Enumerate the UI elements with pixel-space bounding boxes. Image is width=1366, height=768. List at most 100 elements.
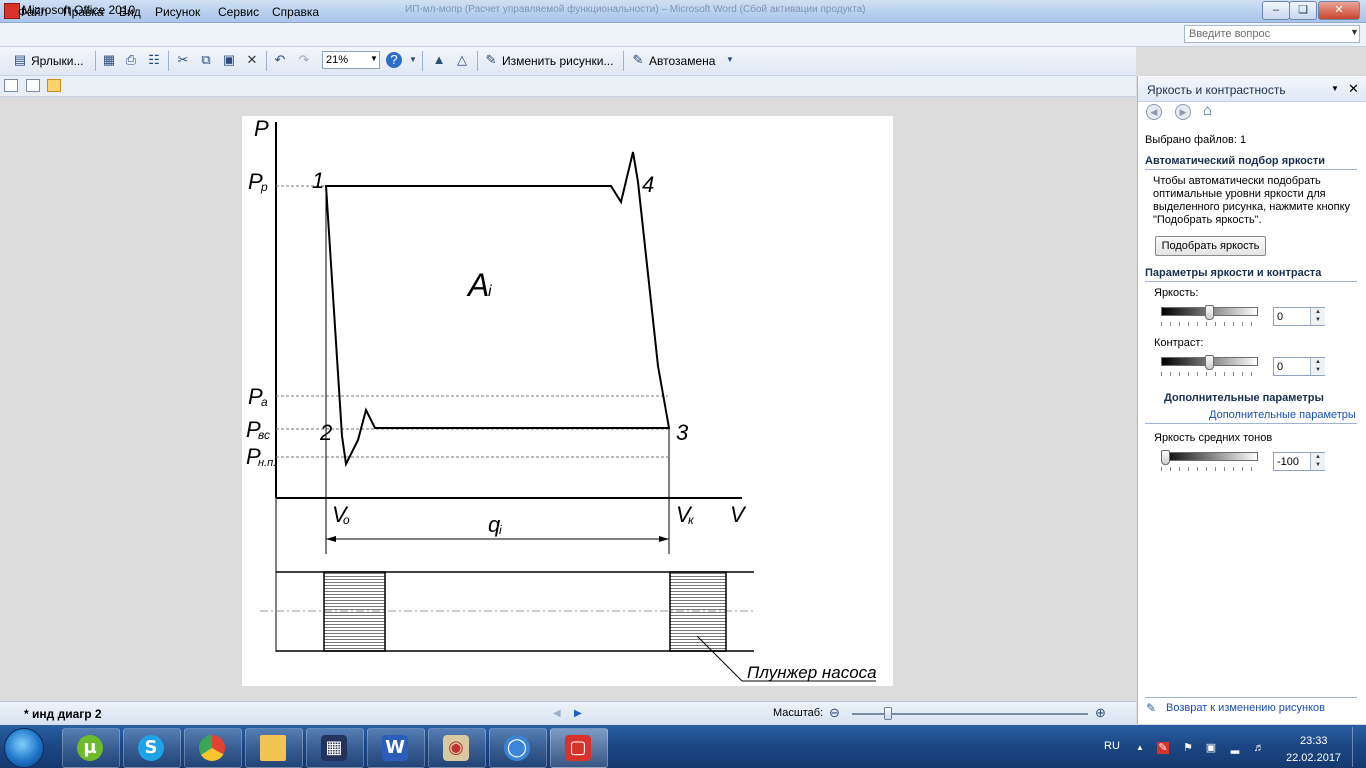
zoom-label: Масштаб: — [773, 707, 824, 719]
close-window-button[interactable]: ✕ — [1318, 1, 1360, 20]
taskbar-app-explorer[interactable] — [245, 728, 303, 768]
paste-icon[interactable]: ▣ — [221, 52, 237, 68]
clock-date[interactable]: 22.02.2017 — [1286, 752, 1341, 764]
back-to-edit-link[interactable]: Возврат к изменению рисунков — [1166, 702, 1325, 714]
maximize-button[interactable]: ❏ — [1289, 1, 1317, 20]
language-indicator[interactable]: RU — [1104, 740, 1120, 752]
chevron-down-icon[interactable]: ▼ — [1331, 84, 1339, 93]
forward-arrow-icon[interactable]: ▶ — [1175, 104, 1191, 120]
rotate-left-icon[interactable]: ▲ — [431, 52, 447, 68]
contrast-spinner[interactable]: ▲ ▼ — [1310, 358, 1325, 375]
next-picture-icon[interactable]: ▶ — [574, 708, 582, 719]
menu-tools[interactable]: Сервис — [218, 5, 259, 19]
auto-description-line-1: Чтобы автоматически подобрать — [1153, 175, 1321, 187]
undo-icon[interactable]: ↶ — [272, 52, 288, 68]
show-hidden-icons-icon[interactable]: ▲ — [1134, 742, 1146, 754]
plunger-caption: Плунжер насоса — [747, 663, 877, 682]
menu-bar — [0, 23, 1366, 47]
back-arrow-icon[interactable]: ◀ — [1146, 104, 1162, 120]
shortcuts-button[interactable]: Ярлыки... — [31, 54, 84, 68]
brightness-spinner[interactable]: ▲ ▼ — [1310, 308, 1325, 325]
thumbnail-view-icon[interactable] — [4, 79, 18, 92]
shortcuts-icon[interactable]: ▤ — [12, 52, 28, 68]
help-icon[interactable]: ? — [386, 52, 402, 68]
minimize-button[interactable]: – — [1262, 1, 1290, 20]
axis-v-label: V — [730, 502, 747, 527]
menu-help[interactable]: Справка — [272, 5, 319, 19]
save-disk-icon: ▦ — [321, 735, 347, 761]
action-center-icon[interactable]: ⚑ — [1182, 742, 1194, 754]
paint-icon: ◉ — [443, 735, 469, 761]
taskbar-app-save[interactable]: ▦ — [306, 728, 364, 768]
slider-ticks — [1161, 467, 1258, 471]
axis-p-label: P — [254, 116, 269, 141]
edit-pictures-icon[interactable]: ✎ — [483, 52, 499, 68]
redo-icon[interactable]: ↷ — [296, 52, 312, 68]
explorer-icon — [260, 735, 286, 761]
taskbar-app-skype[interactable]: S — [123, 728, 181, 768]
tray-app-icon[interactable]: ✎ — [1157, 742, 1169, 754]
midtone-slider-thumb[interactable] — [1161, 450, 1170, 465]
opera-icon: ◯ — [504, 735, 530, 761]
midtone-spinner[interactable]: ▲ ▼ — [1310, 453, 1325, 470]
chevron-down-icon[interactable]: ▼ — [370, 54, 378, 63]
skype-icon: S — [138, 735, 164, 761]
network-icon[interactable]: ▂ — [1229, 742, 1241, 754]
zoom-in-icon[interactable]: ⊕ — [1095, 705, 1106, 721]
point-4-label: 4 — [642, 172, 654, 197]
autocorrect-button[interactable]: Автозамена — [649, 54, 715, 68]
auto-brightness-heading: Автоматический подбор яркости — [1145, 155, 1326, 167]
cut-icon[interactable]: ✂ — [175, 52, 191, 68]
taskbar-app-utorrent[interactable]: µ — [62, 728, 120, 768]
copy-icon[interactable]: ⧉ — [198, 52, 214, 68]
taskbar-app-paint[interactable]: ◉ — [428, 728, 486, 768]
midtone-slider[interactable] — [1161, 452, 1258, 461]
section-divider — [1145, 697, 1357, 698]
single-picture-view-icon[interactable] — [47, 79, 61, 92]
filmstrip-view-icon[interactable] — [26, 79, 40, 92]
taskbar-app-chrome[interactable] — [184, 728, 242, 768]
help-search-input[interactable]: Введите вопрос — [1184, 25, 1360, 43]
previous-picture-icon[interactable]: ◀ — [553, 708, 561, 719]
chevron-down-icon[interactable]: ▼ — [1350, 27, 1359, 37]
print-preview-icon[interactable]: ☷ — [146, 52, 162, 68]
menu-edit[interactable]: Правка — [63, 5, 104, 19]
tray-security-icon[interactable]: ▣ — [1205, 742, 1217, 754]
show-desktop-button[interactable] — [1352, 727, 1366, 767]
auto-brightness-button[interactable]: Подобрать яркость — [1155, 236, 1266, 256]
plunger-left — [323, 571, 386, 652]
section-divider — [1145, 423, 1357, 424]
autocorrect-icon[interactable]: ✎ — [630, 52, 646, 68]
slider-ticks — [1161, 372, 1258, 376]
brightness-slider-thumb[interactable] — [1205, 305, 1214, 320]
utorrent-icon: µ — [77, 735, 103, 761]
menu-picture[interactable]: Рисунок — [155, 5, 200, 19]
menu-file[interactable]: Файл — [18, 5, 48, 19]
home-icon[interactable]: ⌂ — [1203, 102, 1212, 119]
menu-view[interactable]: Вид — [119, 5, 141, 19]
volume-icon[interactable]: ♬ — [1253, 742, 1265, 754]
edit-pictures-button[interactable]: Изменить рисунки... — [502, 54, 613, 68]
task-pane-title[interactable]: Яркость и контрастность — [1147, 83, 1286, 97]
contrast-slider-thumb[interactable] — [1205, 355, 1214, 370]
save-icon[interactable]: ▦ — [101, 52, 117, 68]
start-button[interactable] — [4, 728, 44, 768]
toolbar-options-icon[interactable]: ▼ — [722, 52, 738, 68]
view-mode-bar — [0, 76, 1136, 97]
taskbar-app-word[interactable]: W — [367, 728, 425, 768]
delete-icon[interactable]: ✕ — [244, 52, 260, 68]
picture-canvas[interactable]: P V P р P а P вс P н.п. 1 2 3 4 A i V o … — [242, 116, 893, 686]
print-icon[interactable]: ⎙ — [123, 52, 139, 68]
taskbar-app-opera[interactable]: ◯ — [489, 728, 547, 768]
taskbar-app-office-picture[interactable]: ▢ — [550, 728, 608, 768]
clock-time[interactable]: 23:33 — [1300, 735, 1328, 747]
zoom-slider-thumb[interactable] — [883, 707, 892, 720]
document-name: * инд диагр 2 — [24, 707, 102, 721]
zoom-out-icon[interactable]: ⊖ — [829, 705, 840, 721]
close-pane-icon[interactable]: ✕ — [1348, 81, 1359, 97]
rotate-right-icon[interactable]: △ — [454, 52, 470, 68]
extra-params-link[interactable]: Дополнительные параметры — [1209, 409, 1356, 421]
toolbar-options-icon[interactable]: ▼ — [405, 52, 421, 68]
word-icon: W — [382, 735, 408, 761]
q-sub: i — [499, 523, 502, 537]
